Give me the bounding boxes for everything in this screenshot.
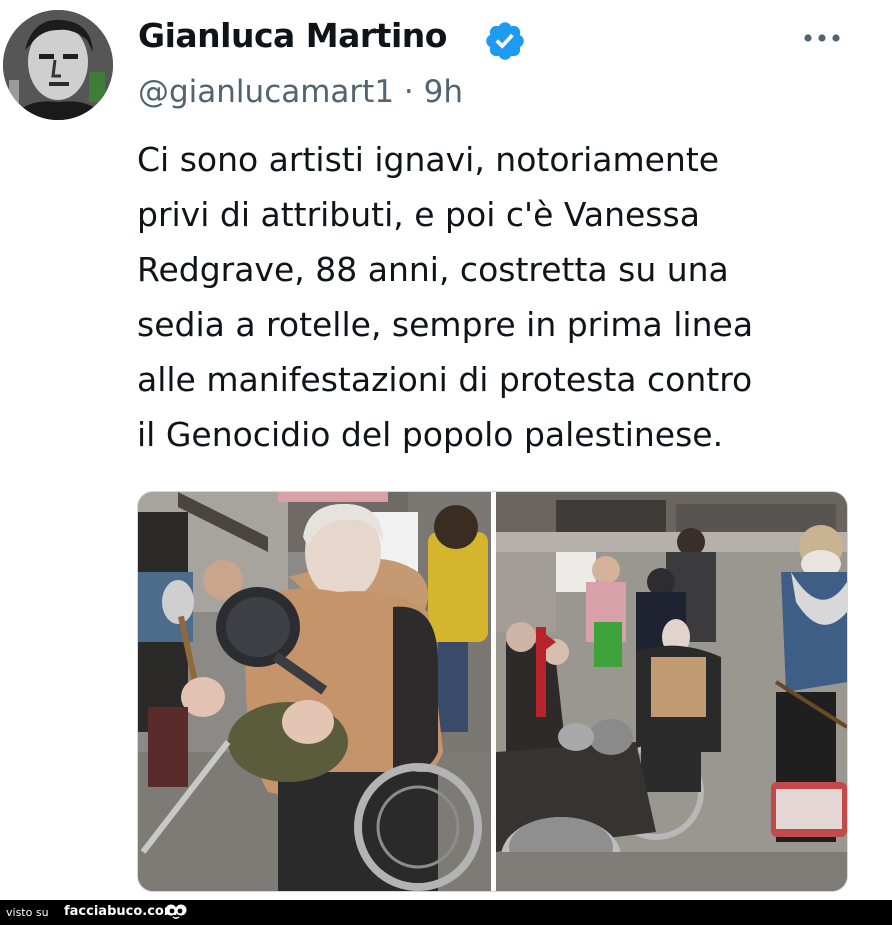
tweet-text-line: privi di attributi, e poi c'è Vanessa [137, 195, 700, 234]
tweet-text-line: Ci sono artisti ignavi, notoriamente [137, 140, 720, 179]
tweet-time[interactable]: 9h [424, 74, 463, 110]
protest-photo-left [138, 492, 491, 891]
photo-left[interactable] [138, 492, 491, 891]
watermark-bar: visto su facciabuco.com [0, 900, 892, 925]
tweet-text-line: il Genocidio del popolo palestinese. [137, 415, 724, 454]
separator-dot: · [403, 74, 414, 110]
handle-row: @gianlucamart1 · 9h [138, 74, 463, 110]
verified-badge-icon [486, 22, 524, 60]
tweet-text-line: sedia a rotelle, sempre in prima linea [137, 305, 754, 344]
tweet-text: Ci sono artisti ignavi, notoriamente pri… [137, 132, 877, 462]
tweet-text-line: alle manifestazioni di protesta contro [137, 360, 753, 399]
watermark-site[interactable]: facciabuco.com [64, 904, 177, 919]
protest-photo-right [496, 492, 847, 891]
author-handle[interactable]: @gianlucamart1 [138, 74, 394, 110]
tweet-text-line: Redgrave, 88 anni, costretta su una [137, 250, 729, 289]
media-grid [137, 491, 848, 892]
watermark-prefix: visto su [6, 906, 49, 919]
author-name[interactable]: Gianluca Martino [138, 16, 447, 55]
facciabuco-logo-icon [165, 904, 187, 919]
avatar-portrait [3, 10, 113, 120]
more-options-icon[interactable] [800, 25, 844, 51]
avatar[interactable] [3, 10, 113, 120]
photo-right[interactable] [496, 492, 847, 891]
